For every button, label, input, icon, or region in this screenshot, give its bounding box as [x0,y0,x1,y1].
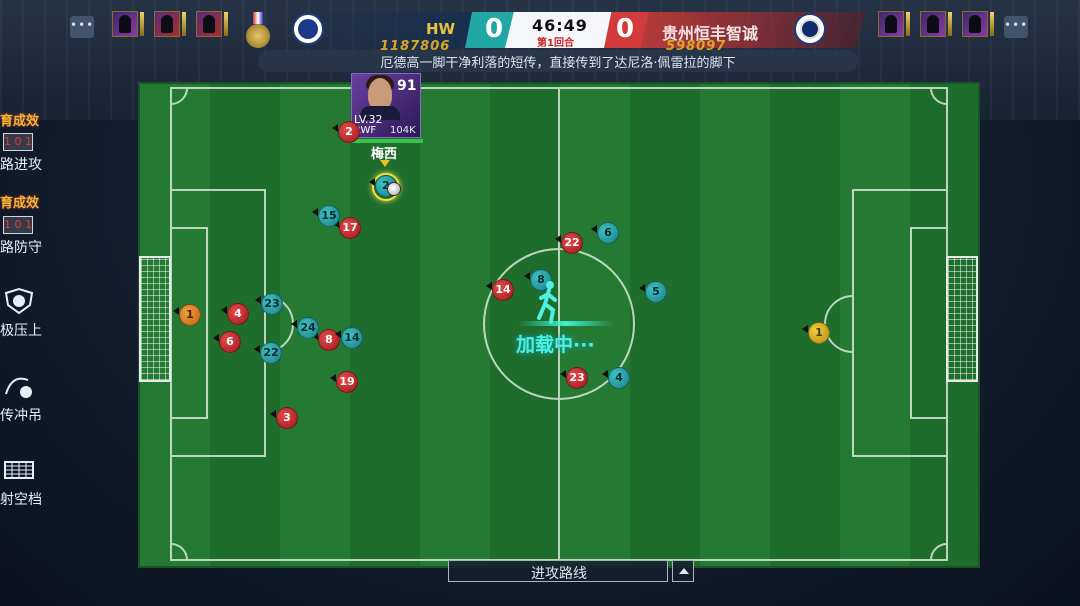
star-player-icon[interactable] [154,11,180,37]
home-player[interactable]: 17 [333,217,361,239]
football-icon [387,182,401,196]
home-player[interactable]: 4 [221,303,249,325]
away-player[interactable]: 5 [639,281,667,303]
away-player[interactable]: 14 [335,327,363,349]
commentary-bar: 厄德高一脚干净利落的短传，直接传到了达尼洛·佩雷拉的脚下 [258,50,858,72]
energy-bar [224,12,228,36]
home-player[interactable]: 19 [330,371,358,393]
star-player-icon[interactable] [962,11,988,37]
running-player-icon [537,281,557,324]
player-value: 104K [390,125,416,136]
player-card[interactable]: 91 LV.32 RWF 104K [351,73,421,138]
match-screen: ••• HW 0 46:49 第1回合 0 贵州恒丰智诚 ••• 1187806… [0,0,1080,606]
more-menu-button[interactable]: ••• [70,16,94,38]
away-player[interactable]: 6 [591,222,619,244]
training-effect-banner: 育成效 [0,114,40,129]
tactic-cross[interactable]: 传冲吊 [0,405,42,425]
away-player[interactable]: 15 [312,205,340,227]
away-club-crest-icon [794,13,826,45]
star-player-icon[interactable] [196,11,222,37]
energy-bar [182,12,186,36]
cross-ball-icon[interactable] [2,372,36,400]
player-rating: 91 [397,78,417,94]
selected-pointer-icon [380,160,390,167]
shield-ball-icon[interactable] [2,287,36,315]
expand-arrow-button[interactable] [672,560,694,582]
scoreboard: ••• HW 0 46:49 第1回合 0 贵州恒丰智诚 ••• [0,6,1080,49]
away-player[interactable]: 4 [602,367,630,389]
home-goalkeeper[interactable]: 1 [173,304,201,326]
home-player[interactable]: 2 [332,121,360,143]
energy-bar [140,12,144,36]
away-player[interactable]: 24 [291,317,319,339]
away-score: 0 [616,14,635,44]
star-player-icon[interactable] [920,11,946,37]
formation-icon[interactable]: 1 0 1 [3,216,33,234]
match-clock: 46:49 [532,16,588,35]
star-player-icon[interactable] [112,11,138,37]
tactic-shoot-gap[interactable]: 射空档 [0,489,42,509]
training-effect-banner: 育成效 [0,196,40,211]
attack-route-button[interactable]: 进攻路线 [448,560,668,582]
attack-route-label: 进攻路线 [531,566,587,582]
formation-icon[interactable]: 1 0 1 [3,133,33,151]
chevron-up-icon [679,568,689,574]
home-player[interactable]: 23 [560,367,588,389]
star-player-icon[interactable] [878,11,904,37]
energy-bar [906,12,910,36]
goal-shot-icon[interactable] [2,456,36,484]
left-goal [139,256,171,382]
home-player[interactable]: 3 [270,407,298,429]
home-player[interactable]: 14 [486,279,514,301]
round-label: 第1回合 [537,38,574,49]
away-player[interactable]: 23 [255,293,283,315]
tactic-high-press[interactable]: 极压上 [0,320,42,340]
energy-bar [990,12,994,36]
loading-text: 加载中··· [516,334,595,356]
right-goal [946,256,978,382]
medal-icon [245,12,271,52]
home-player[interactable]: 22 [555,232,583,254]
tactic-attack-route[interactable]: 路进攻 [0,154,42,174]
commentary-text: 厄德高一脚干净利落的短传，直接传到了达尼洛·佩雷拉的脚下 [380,56,736,71]
home-team-name: HW [426,20,456,38]
home-player[interactable]: 6 [213,331,241,353]
energy-bar [948,12,952,36]
tactic-defense-route[interactable]: 路防守 [0,237,42,257]
grass-glow [518,321,614,326]
home-score: 0 [485,14,504,44]
away-goalkeeper[interactable]: 1 [802,322,830,344]
away-player[interactable]: 22 [254,342,282,364]
home-club-crest-icon [292,13,324,45]
more-menu-button[interactable]: ••• [1004,16,1028,38]
